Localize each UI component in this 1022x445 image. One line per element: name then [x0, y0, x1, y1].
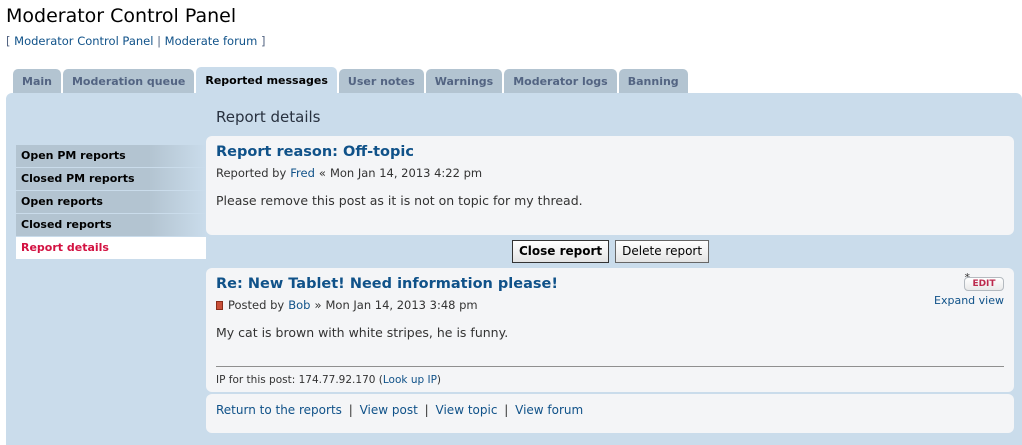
tab-banning[interactable]: Banning [618, 69, 688, 93]
breadcrumb-separator: | [157, 34, 161, 48]
reported-date: Mon Jan 14, 2013 4:22 pm [329, 166, 483, 180]
report-text: Please remove this post as it is not on … [216, 193, 583, 208]
footer-links: Return to the reports | View post | View… [216, 403, 583, 417]
post-meta: Posted by Bob » Mon Jan 14, 2013 3:48 pm [216, 298, 478, 312]
report-reason-title[interactable]: Report reason: Off-topic [216, 144, 414, 160]
return-to-reports-link[interactable]: Return to the reports [216, 403, 342, 417]
delete-report-button[interactable]: Delete report [615, 240, 710, 263]
view-post-link[interactable]: View post [360, 403, 418, 417]
breadcrumb-close: ] [260, 34, 266, 48]
breadcrumb-open: [ [6, 34, 11, 48]
sidebar-item-closed-pm-reports[interactable]: Closed PM reports [16, 168, 206, 190]
tab-reported-messages[interactable]: Reported messages [196, 67, 337, 93]
view-topic-link[interactable]: View topic [436, 403, 498, 417]
tab-main[interactable]: Main [13, 69, 61, 93]
report-box: Report reason: Off-topic Reported by Fre… [206, 136, 1014, 235]
page-title: Moderator Control Panel [6, 5, 237, 27]
post-text: My cat is brown with white stripes, he i… [216, 325, 509, 340]
breadcrumb-link-mcp[interactable]: Moderator Control Panel [14, 34, 153, 48]
expand-view-link[interactable]: Expand view [934, 294, 1004, 307]
breadcrumb-link-moderate-forum[interactable]: Moderate forum [165, 34, 258, 48]
reported-sep: « [318, 166, 326, 180]
ip-label: IP for this post: [216, 374, 296, 386]
posted-date: Mon Jan 14, 2013 3:48 pm [325, 298, 478, 312]
sidebar-item-open-pm-reports[interactable]: Open PM reports [16, 145, 206, 167]
ip-paren-close: ) [436, 374, 442, 386]
reported-by-label: Reported by [216, 166, 287, 180]
author-link[interactable]: Bob [288, 298, 310, 312]
post-title[interactable]: Re: New Tablet! Need information please! [216, 276, 558, 292]
ip-value: 174.77.92.170 [298, 374, 376, 386]
tab-moderator-logs[interactable]: Moderator logs [504, 69, 617, 93]
sidebar-item-closed-reports[interactable]: Closed reports [16, 214, 206, 236]
sidebar-item-open-reports[interactable]: Open reports [16, 191, 206, 213]
footer-links-box: Return to the reports | View post | View… [206, 394, 1014, 433]
footer-sep: | [504, 403, 509, 417]
reporter-link[interactable]: Fred [290, 166, 315, 180]
footer-sep: | [424, 403, 429, 417]
divider [216, 366, 1004, 367]
tab-bar: Main Moderation queue Reported messages … [13, 67, 690, 93]
close-report-button[interactable]: Close report [512, 240, 610, 263]
section-title: Report details [216, 108, 321, 126]
post-box: Re: New Tablet! Need information please!… [206, 268, 1014, 392]
tab-user-notes[interactable]: User notes [338, 69, 424, 93]
sidebar-item-report-details[interactable]: Report details [16, 237, 206, 259]
footer-sep: | [348, 403, 353, 417]
posted-sep: » [314, 298, 322, 312]
posted-by-label: Posted by [228, 298, 285, 312]
post-ip: IP for this post: 174.77.92.170 (Look up… [216, 374, 441, 386]
post-icon [216, 300, 223, 310]
tab-moderation-queue[interactable]: Moderation queue [62, 69, 195, 93]
sidebar: Open PM reports Closed PM reports Open r… [16, 145, 206, 260]
look-up-ip-link[interactable]: Look up IP [383, 374, 437, 386]
breadcrumb: [ Moderator Control Panel | Moderate for… [6, 34, 265, 48]
edit-button[interactable]: EDIT [964, 277, 1004, 291]
report-meta: Reported by Fred « Mon Jan 14, 2013 4:22… [216, 166, 482, 180]
tab-warnings[interactable]: Warnings [425, 69, 503, 93]
view-forum-link[interactable]: View forum [515, 403, 583, 417]
report-actions: Close report Delete report [512, 240, 710, 263]
